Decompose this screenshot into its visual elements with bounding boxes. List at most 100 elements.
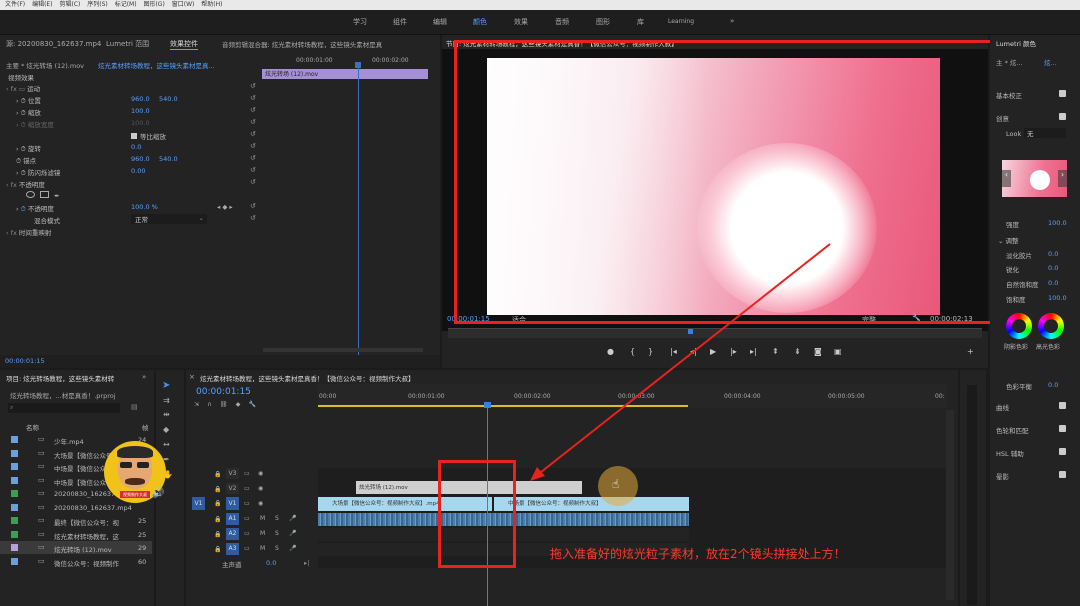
track-a1-label[interactable]: A1 (226, 513, 239, 525)
reset-icon[interactable]: ↺ (250, 142, 256, 150)
ec-timecode[interactable]: 00:00:01:15 (5, 357, 45, 365)
project-col-rate[interactable]: 帧 (142, 422, 149, 432)
slip-icon[interactable]: ↔ (163, 440, 170, 449)
ec-uniform-scale-row[interactable]: 等比缩放 (131, 131, 166, 142)
project-more-icon[interactable]: » (142, 373, 146, 381)
track-a3-label[interactable]: A3 (226, 543, 239, 555)
lumetri-tab[interactable]: Lumetri 颜色 (996, 38, 1036, 48)
chevron-left-icon[interactable]: ‹ (1002, 170, 1011, 187)
workspace-libraries[interactable]: 库 (637, 17, 644, 27)
lock-icon[interactable]: 🔒 (214, 500, 221, 507)
lumetri-intensity-value[interactable]: 100.0 (1048, 219, 1067, 227)
basic-checkbox[interactable] (1059, 90, 1066, 97)
linked-selection-icon[interactable]: ⛓ (220, 401, 228, 408)
tab-lumetri-scope[interactable]: Lumetri 范围 (106, 39, 149, 49)
mute-button[interactable]: M (260, 530, 265, 537)
lumetri-saturation-value[interactable]: 100.0 (1048, 294, 1067, 302)
eye-icon[interactable]: ◉ (258, 485, 263, 492)
workspace-learning[interactable]: Learning (668, 18, 694, 25)
pen-mask-icon[interactable]: ✒ (54, 192, 59, 200)
project-item[interactable]: ▭ 微信公众号：视频制作 60 (0, 555, 152, 568)
workspace-audio[interactable]: 音频 (555, 17, 569, 27)
ellipse-mask-icon[interactable] (26, 191, 35, 198)
sync-icon[interactable]: ▭ (244, 515, 250, 522)
lumetri-clip-link[interactable]: 炫... (1044, 57, 1057, 67)
add-button-icon[interactable]: + (967, 347, 974, 356)
reset-icon[interactable]: ↺ (250, 178, 256, 186)
timeline-vscroll[interactable] (946, 410, 954, 600)
lock-icon[interactable]: 🔒 (214, 486, 221, 493)
lock-icon[interactable]: 🔒 (214, 471, 221, 478)
timeline-title[interactable]: 炫光素材转场教程，这些镜头素材是真香！【微信公众号：视频制作大叔】 (200, 373, 415, 383)
project-col-name[interactable]: 名称 (26, 422, 39, 432)
workspace-graphics[interactable]: 图形 (596, 17, 610, 27)
lumetri-fade-value[interactable]: 0.0 (1048, 250, 1058, 258)
reset-icon[interactable]: ↺ (250, 94, 256, 102)
workspace-assembly[interactable]: 组件 (393, 17, 407, 27)
ec-rotation-value[interactable]: 0.0 (131, 143, 141, 154)
menu-window[interactable]: 窗口(W) (172, 1, 195, 8)
reset-icon[interactable]: ↺ (250, 82, 256, 90)
ec-flicker-value[interactable]: 0.00 (131, 167, 145, 178)
workspace-effects[interactable]: 效果 (514, 17, 528, 27)
menu-marker[interactable]: 标记(M) (115, 1, 137, 8)
creative-checkbox[interactable] (1059, 113, 1066, 120)
reset-icon[interactable]: ↺ (250, 118, 256, 126)
lumetri-vignette-row[interactable]: 晕影 (996, 471, 1070, 481)
lock-icon[interactable]: 🔒 (214, 531, 221, 538)
lumetri-hsl-row[interactable]: HSL 辅助 (996, 448, 1070, 458)
selection-tool-icon[interactable]: ➤ (162, 380, 170, 391)
project-search-input[interactable]: ⌕ (8, 403, 120, 413)
reset-icon[interactable]: ↺ (250, 154, 256, 162)
mute-button[interactable]: M (260, 545, 265, 552)
track-v3-label[interactable]: V3 (226, 468, 239, 479)
eye-icon[interactable]: ◉ (258, 470, 263, 477)
eye-icon[interactable]: ◉ (258, 500, 263, 507)
menu-edit[interactable]: 编辑(E) (32, 1, 52, 8)
timeline-settings-icon[interactable]: 🔧 (249, 401, 256, 408)
timeline-close-icon[interactable]: × (189, 373, 195, 381)
ec-scrollbar[interactable] (263, 348, 423, 352)
sync-icon[interactable]: ▭ (244, 530, 250, 537)
razor-icon[interactable]: ◆ (163, 425, 169, 434)
hsl-checkbox[interactable] (1059, 448, 1066, 455)
chevron-right-icon[interactable]: › (1058, 170, 1067, 187)
mic-icon[interactable]: 🎤 (289, 545, 296, 552)
timeline-playhead-handle[interactable] (484, 402, 491, 408)
timeline-clip-v1-b[interactable]: 中场景【微信公众号：视频制作大叔】 (494, 497, 689, 511)
ec-blend-select[interactable]: 正常 ⌄ (131, 214, 207, 224)
ec-playhead[interactable] (358, 63, 359, 363)
lumetri-vibrance-value[interactable]: 0.0 (1048, 279, 1058, 287)
lumetri-balance-value[interactable]: 0.0 (1048, 381, 1058, 389)
snap-icon[interactable]: ∩ (207, 401, 211, 408)
lock-icon[interactable]: 🔒 (214, 546, 221, 553)
master-track-value[interactable]: 0.0 (266, 559, 276, 567)
goto-end-icon[interactable]: ▸| (304, 559, 309, 567)
add-marker-icon[interactable]: ◆ (236, 401, 241, 408)
ec-anchor-y[interactable]: 540.0 (159, 155, 178, 166)
shadow-tint-wheel[interactable] (1006, 313, 1032, 339)
look-preview-thumbnail[interactable]: ‹ › (1002, 160, 1067, 197)
tab-source[interactable]: 源: 20200830_162637.mp4 (6, 39, 101, 49)
lumetri-wheels-row[interactable]: 色轮和匹配 (996, 425, 1070, 435)
track-a2-label[interactable]: A2 (226, 528, 239, 540)
project-item[interactable]: ▭ 炫光素材转场教程，这 25 (0, 528, 152, 541)
ec-position-y[interactable]: 540.0 (159, 95, 178, 106)
solo-button[interactable]: S (275, 515, 279, 522)
menu-file[interactable]: 文件(F) (5, 1, 25, 8)
wheels-checkbox[interactable] (1059, 425, 1066, 432)
sync-icon[interactable]: ▭ (244, 545, 250, 552)
track-v2-label[interactable]: V2 (226, 483, 239, 494)
workspace-more-button[interactable]: » (730, 17, 734, 25)
sync-icon[interactable]: ▭ (244, 485, 250, 492)
keyframe-nav-icon[interactable]: ◂ ◆ ▸ (217, 203, 233, 214)
ec-anchor-x[interactable]: 960.0 (131, 155, 150, 166)
lumetri-adjust-row[interactable]: ⌄ 调整 (998, 235, 1019, 245)
project-item[interactable]: ▭ 炫光转场 (12).mov 29 (0, 541, 152, 554)
lumetri-look-select[interactable]: 无 (1024, 128, 1066, 138)
lock-icon[interactable]: 🔒 (214, 516, 221, 523)
reset-icon[interactable]: ↺ (250, 202, 256, 210)
ec-playhead-handle[interactable] (355, 62, 361, 68)
reset-icon[interactable]: ↺ (250, 166, 256, 174)
ec-motion-row[interactable]: › fx ▭ 运动 (6, 83, 40, 94)
